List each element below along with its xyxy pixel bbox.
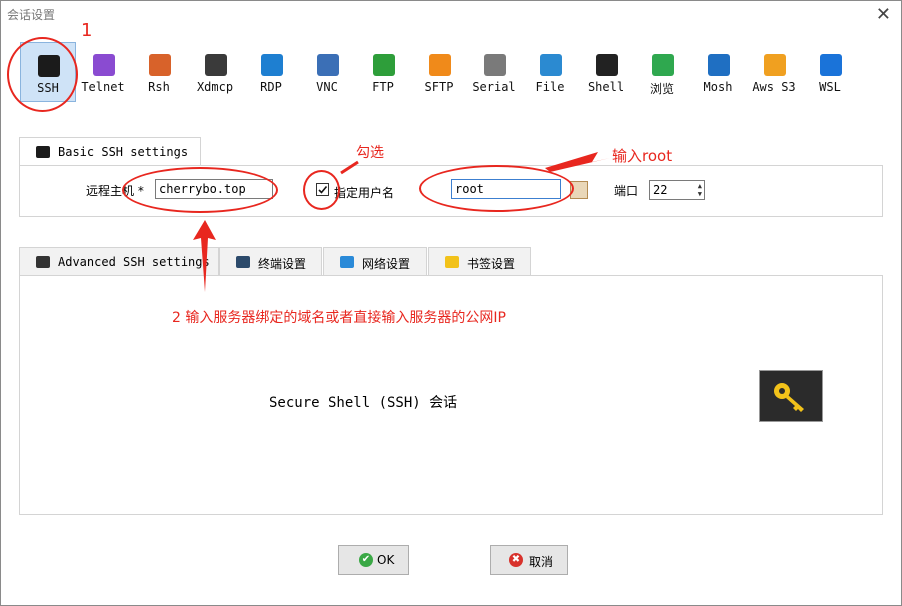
session-description: Secure Shell (SSH) 会话 xyxy=(269,395,458,411)
stepper-arrows-icon[interactable]: ▲ ▼ xyxy=(698,182,702,198)
wsl-icon xyxy=(820,54,842,76)
protocol-label: Xdmcp xyxy=(196,80,234,94)
key-icon xyxy=(36,146,50,158)
window-title: 会话设置 xyxy=(7,8,56,22)
title-bar: 会话设置 ✕ xyxy=(1,1,901,29)
protocol-ftp[interactable]: FTP xyxy=(356,42,410,100)
protocol-shell[interactable]: Shell xyxy=(579,42,633,100)
protocol-file[interactable]: File xyxy=(523,42,577,100)
port-label: 端口 xyxy=(614,184,639,198)
protocol-浏览[interactable]: 浏览 xyxy=(635,42,689,100)
port-value: 22 xyxy=(653,183,668,197)
protocol-label: Serial xyxy=(472,80,516,94)
protocol-vnc[interactable]: VNC xyxy=(300,42,354,100)
tab-terminal[interactable]: 终端设置 xyxy=(219,247,322,275)
tab-advanced-ssh-settings[interactable]: Advanced SSH settings xyxy=(19,247,219,275)
tab-star[interactable]: 书签设置 xyxy=(428,247,531,275)
ok-button[interactable]: ✔ OK xyxy=(338,545,409,575)
telnet-icon xyxy=(93,54,115,76)
protocol-label: Telnet xyxy=(81,80,125,94)
star-icon xyxy=(445,256,459,268)
protocol-rdp[interactable]: RDP xyxy=(244,42,298,100)
highlight-username-ellipse xyxy=(419,165,574,212)
protocol-wsl[interactable]: WSL xyxy=(803,42,857,100)
protocol-xdmcp[interactable]: Xdmcp xyxy=(188,42,242,100)
protocol-rsh[interactable]: Rsh xyxy=(132,42,186,100)
key-icon xyxy=(36,256,50,268)
annotation-check: 勾选 xyxy=(356,145,384,161)
protocol-label: FTP xyxy=(372,80,394,94)
close-icon[interactable]: ✕ xyxy=(876,4,891,25)
rsh-icon xyxy=(149,54,171,76)
large-key-icon xyxy=(759,370,823,422)
tab-network[interactable]: 网络设置 xyxy=(323,247,427,275)
highlight-ssh-ellipse xyxy=(7,37,78,112)
protocol-label: 浏览 xyxy=(649,82,674,96)
protocol-label: RDP xyxy=(260,80,282,94)
highlight-checkbox-ellipse xyxy=(303,170,340,210)
cancel-button[interactable]: ✖ 取消 xyxy=(490,545,568,575)
cancel-circle-icon: ✖ xyxy=(509,553,523,567)
tab-basic-ssh-settings[interactable]: Basic SSH settings xyxy=(19,137,201,165)
port-stepper[interactable]: 22 ▲ ▼ xyxy=(649,180,705,200)
protocol-sftp[interactable]: SFTP xyxy=(412,42,466,100)
protocol-label: Rsh xyxy=(148,80,170,94)
protocol-telnet[interactable]: Telnet xyxy=(76,42,130,100)
network-icon xyxy=(340,256,354,268)
vnc-icon xyxy=(317,54,339,76)
protocol-aws-s3[interactable]: Aws S3 xyxy=(747,42,801,100)
annotation-root: 输入root xyxy=(612,147,673,165)
specify-user-label: 指定用户名 xyxy=(334,186,395,200)
annotation-step1: 1 xyxy=(81,20,93,41)
xdmcp-icon xyxy=(205,54,227,76)
browser-icon xyxy=(652,54,674,76)
ftp-icon xyxy=(373,54,395,76)
highlight-host-ellipse xyxy=(122,167,278,213)
protocol-label: File xyxy=(535,80,565,94)
protocol-label: Aws S3 xyxy=(752,80,796,94)
annotation-step2: 2 输入服务器绑定的域名或者直接输入服务器的公网IP xyxy=(172,310,506,326)
protocol-label: Shell xyxy=(587,80,625,94)
protocol-serial[interactable]: Serial xyxy=(467,42,521,100)
protocol-label: VNC xyxy=(316,80,338,94)
terminal-icon xyxy=(236,256,250,268)
file-icon xyxy=(540,54,562,76)
protocol-label: SFTP xyxy=(424,80,454,94)
protocol-label: WSL xyxy=(819,80,841,94)
aws-s3-icon xyxy=(764,54,786,76)
shell-icon xyxy=(596,54,618,76)
serial-icon xyxy=(484,54,506,76)
rdp-icon xyxy=(261,54,283,76)
protocol-mosh[interactable]: Mosh xyxy=(691,42,745,100)
mosh-icon xyxy=(708,54,730,76)
protocol-label: Mosh xyxy=(703,80,733,94)
check-circle-icon: ✔ xyxy=(359,553,373,567)
sftp-icon xyxy=(429,54,451,76)
